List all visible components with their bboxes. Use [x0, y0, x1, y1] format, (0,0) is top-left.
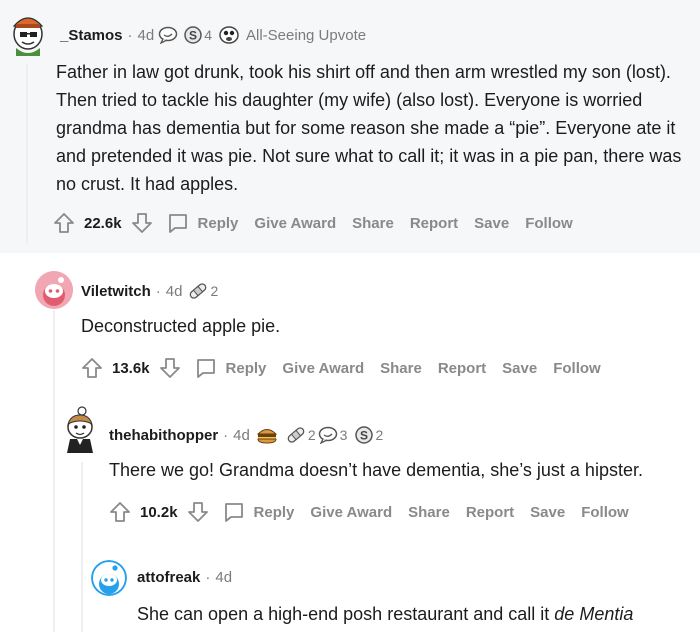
- downvote-button[interactable]: [158, 356, 182, 380]
- comment-bubble-icon: [168, 214, 187, 233]
- comment-body: She can open a high-end posh restaurant …: [137, 600, 697, 628]
- award-count: 2: [307, 427, 316, 443]
- share-button[interactable]: Share: [408, 504, 450, 521]
- avatar[interactable]: [60, 405, 100, 453]
- comment-age[interactable]: 4d: [233, 427, 250, 444]
- comment-body: There we go! Grandma doesn’t have dement…: [109, 460, 643, 480]
- share-button[interactable]: Share: [352, 215, 394, 232]
- comment-body-text: She can open a high-end posh restaurant …: [137, 604, 555, 624]
- vote-score: 13.6k: [112, 359, 150, 377]
- reply-button[interactable]: Reply: [166, 211, 239, 235]
- thread-line[interactable]: [53, 310, 55, 632]
- comment-body-italic: de Mentia: [554, 604, 634, 624]
- comment-body: Father in law got drunk, took his shirt …: [56, 62, 682, 194]
- comment-body: Deconstructed apple pie.: [81, 316, 281, 336]
- follow-button[interactable]: Follow: [553, 360, 601, 377]
- bubble-award-icon[interactable]: [158, 26, 178, 44]
- all-seeing-upvote-icon[interactable]: [218, 25, 240, 45]
- report-button[interactable]: Report: [466, 504, 514, 521]
- upvote-icon: [54, 213, 74, 233]
- meta-separator: ·: [155, 282, 161, 300]
- comment-meta: attofreak · 4d: [137, 569, 232, 586]
- award-name: All-Seeing Upvote: [246, 26, 367, 44]
- comment-actions: 10.2k Reply Give Award Share Report Save…: [108, 500, 629, 524]
- upvote-button[interactable]: [108, 500, 132, 524]
- vote-score: 22.6k: [84, 214, 122, 232]
- follow-button[interactable]: Follow: [525, 215, 573, 232]
- downvote-icon: [159, 358, 180, 378]
- give-award-button[interactable]: Give Award: [282, 360, 364, 377]
- save-button[interactable]: Save: [502, 360, 537, 377]
- report-button[interactable]: Report: [410, 215, 458, 232]
- comment-actions: 22.6k Reply Give Award Share Report Save…: [52, 211, 573, 235]
- comment-age[interactable]: 4d: [138, 27, 155, 44]
- thread-line[interactable]: [26, 64, 28, 244]
- svg-text:S: S: [189, 29, 197, 43]
- downvote-icon: [187, 502, 208, 522]
- award-count: 2: [210, 283, 219, 299]
- vote-score: 10.2k: [140, 503, 178, 521]
- comment-meta: Viletwitch · 4d 2: [81, 281, 220, 301]
- save-button[interactable]: Save: [474, 215, 509, 232]
- reply-label: Reply: [225, 359, 267, 377]
- svg-text:S: S: [360, 429, 368, 443]
- avatar[interactable]: [35, 271, 73, 309]
- comment-bubble-icon: [196, 359, 215, 378]
- comment-meta: _Stamos · 4d S 4 All-Seeing Upvote: [60, 25, 366, 45]
- give-award-button[interactable]: Give Award: [254, 215, 336, 232]
- reply-label: Reply: [253, 503, 295, 521]
- award-count: 3: [339, 427, 348, 443]
- upvote-button[interactable]: [80, 356, 104, 380]
- follow-button[interactable]: Follow: [581, 504, 629, 521]
- downvote-icon: [131, 213, 152, 233]
- downvote-button[interactable]: [186, 500, 210, 524]
- give-award-button[interactable]: Give Award: [310, 504, 392, 521]
- bubble-award-icon[interactable]: [318, 426, 338, 444]
- username[interactable]: thehabithopper: [109, 427, 218, 444]
- upvote-icon: [82, 358, 102, 378]
- meta-separator: ·: [223, 426, 229, 444]
- upvote-icon: [110, 502, 130, 522]
- downvote-button[interactable]: [130, 211, 154, 235]
- comment-actions: 13.6k Reply Give Award Share Report Save…: [80, 356, 601, 380]
- bandage-award-icon[interactable]: [286, 425, 306, 445]
- avatar[interactable]: [91, 560, 127, 596]
- meta-separator: ·: [205, 569, 211, 586]
- comment-age[interactable]: 4d: [166, 283, 183, 300]
- report-button[interactable]: Report: [438, 360, 486, 377]
- bandage-award-icon[interactable]: [188, 281, 208, 301]
- reply-button[interactable]: Reply: [194, 356, 267, 380]
- username[interactable]: Viletwitch: [81, 283, 151, 300]
- comment-age[interactable]: 4d: [215, 569, 232, 586]
- comment-meta: thehabithopper · 4d 2 3 S 2: [109, 425, 385, 445]
- silver-coin-award-icon[interactable]: S: [184, 26, 202, 44]
- reply-label: Reply: [197, 214, 239, 232]
- username[interactable]: _Stamos: [60, 27, 123, 44]
- upvote-button[interactable]: [52, 211, 76, 235]
- share-button[interactable]: Share: [380, 360, 422, 377]
- save-button[interactable]: Save: [530, 504, 565, 521]
- thread-line[interactable]: [81, 462, 83, 632]
- burger-award-icon[interactable]: [256, 425, 278, 445]
- award-count: 2: [375, 427, 384, 443]
- avatar[interactable]: [8, 8, 48, 56]
- silver-coin-award-icon[interactable]: S: [355, 426, 374, 444]
- meta-separator: ·: [127, 26, 133, 44]
- comment-bubble-icon: [224, 503, 243, 522]
- username[interactable]: attofreak: [137, 569, 200, 586]
- award-count: 4: [204, 27, 213, 43]
- reply-button[interactable]: Reply: [222, 500, 295, 524]
